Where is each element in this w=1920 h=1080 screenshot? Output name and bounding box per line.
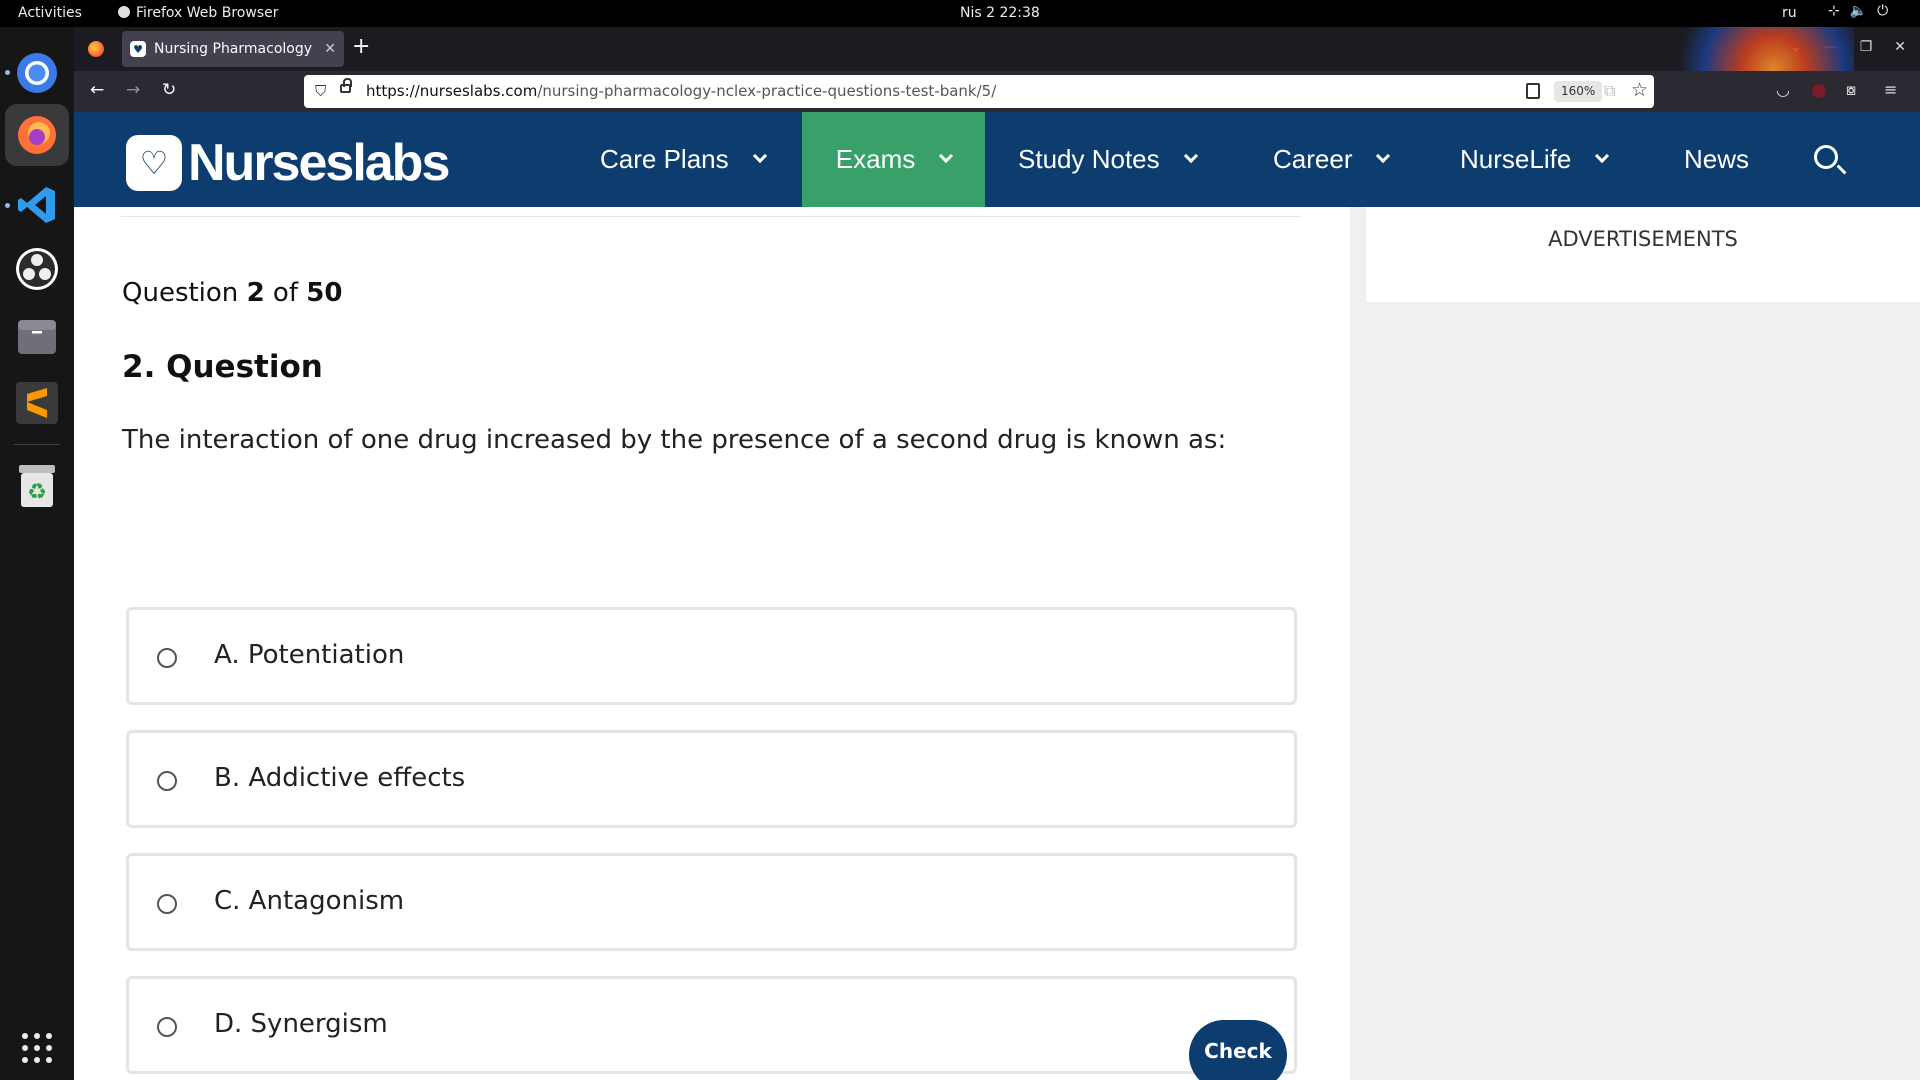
logo-text: Nurseslabs [188,134,450,192]
vscode-icon[interactable] [13,181,61,229]
menu-exams[interactable]: Exams [802,112,985,207]
sublime-text-icon[interactable] [13,379,61,427]
radio-button[interactable] [157,648,177,668]
quiz-content: Question 2 of 50 2. Question The interac… [74,207,1350,1080]
answer-option-a[interactable]: A. Potentiation [126,607,1297,705]
firefox-icon [118,6,130,18]
running-indicator [5,70,10,75]
url-path: /nursing-pharmacology-nclex-practice-que… [537,82,997,100]
menu-study-notes[interactable]: Study Notes [1018,112,1198,207]
counter-prefix: Question [122,278,247,308]
url-bar[interactable]: ⛉ https://nurseslabs.com/nursing-pharmac… [304,75,1654,108]
check-button[interactable]: Check [1189,1020,1287,1080]
menu-career[interactable]: Career [1273,112,1391,207]
heart-stethoscope-logo-icon: ♡ [126,135,182,191]
app-menu[interactable]: Firefox Web Browser [118,5,279,21]
power-icon: ⏻ [1877,3,1889,19]
divider [121,216,1301,217]
menu-nurselife[interactable]: NurseLife [1460,112,1610,207]
new-tab-button[interactable]: + [352,35,370,59]
chevron-down-icon [1376,148,1391,163]
reload-icon[interactable]: ↻ [162,80,176,100]
answer-label: A. Potentiation [214,640,405,670]
hamburger-menu-icon[interactable]: ≡ [1884,80,1897,99]
extensions-icon[interactable]: ⧇ [1846,80,1856,100]
activities-button[interactable]: Activities [18,5,82,21]
menu-news[interactable]: News [1684,112,1749,207]
account-avatar[interactable] [1812,84,1826,98]
zoom-level-badge[interactable]: 160% [1554,81,1603,102]
tracking-protection-shield-icon[interactable]: ⛉ [315,82,326,100]
url-host: https://nurseslabs.com [366,82,538,100]
volume-icon: 🔈 [1849,3,1868,19]
menu-label: Exams [835,144,916,174]
forward-arrow-icon[interactable]: → [126,80,140,100]
question-counter: Question 2 of 50 [122,278,342,308]
site-header: ♡ Nurseslabs Care Plans Exams Study Note… [74,112,1920,207]
network-icon: ⊹ [1828,3,1840,19]
chevron-down-icon [752,148,767,163]
system-top-bar: Activities Firefox Web Browser Nis 2 22:… [0,0,1920,27]
answer-option-b[interactable]: B. Addictive effects [126,730,1297,828]
reader-view-icon[interactable] [1526,83,1540,99]
browser-tab-strip: ♥ Nursing Pharmacology Q ✕ + ⌄ — ❐ ✕ [74,27,1920,71]
nurseslabs-favicon: ♥ [130,41,146,57]
system-tray[interactable]: ⊹ 🔈 ⏻ [1828,3,1888,19]
answer-label: D. Synergism [214,1009,388,1039]
show-apps-icon[interactable] [13,1024,61,1072]
dock-separator [14,444,60,445]
menu-label: News [1684,144,1750,174]
clock[interactable]: Nis 2 22:38 [960,5,1040,21]
svg-text:♻: ♻ [27,480,47,505]
advertisements-label: ADVERTISEMENTS [1548,227,1738,251]
radio-button[interactable] [157,771,177,791]
close-window-icon[interactable]: ✕ [1894,39,1906,55]
browser-nav-bar: ← → ↻ ⛉ https://nurseslabs.com/nursing-p… [74,71,1920,112]
search-icon[interactable] [1814,145,1838,169]
answer-label: C. Antagonism [214,886,405,916]
menu-label: Care Plans [600,144,729,174]
bookmark-star-icon[interactable]: ☆ [1631,79,1648,101]
current-question-number: 2 [246,278,265,308]
url-text[interactable]: https://nurseslabs.com/nursing-pharmacol… [366,82,996,100]
menu-label: Career [1273,144,1353,174]
app-name: Firefox Web Browser [136,5,279,21]
firefox-icon[interactable] [13,111,61,159]
trash-icon[interactable]: ♻ [13,462,61,510]
web-page: ♡ Nurseslabs Care Plans Exams Study Note… [74,112,1920,1080]
answer-label: B. Addictive effects [214,763,466,793]
question-title: 2. Question [122,349,323,385]
running-indicator [5,203,10,208]
menu-label: NurseLife [1460,144,1572,174]
firefox-view-icon[interactable] [88,41,104,57]
restore-icon[interactable]: ❐ [1860,39,1873,55]
site-logo[interactable]: ♡ Nurseslabs [126,133,450,193]
dock: ♻ [0,27,74,1080]
close-tab-icon[interactable]: ✕ [324,41,336,57]
chrome-icon[interactable] [13,49,61,97]
total-questions: 50 [306,278,343,308]
keyboard-layout-indicator[interactable]: ru [1782,5,1797,21]
menu-care-plans[interactable]: Care Plans [600,112,767,207]
answer-option-d[interactable]: D. Synergism [126,976,1297,1074]
back-arrow-icon[interactable]: ← [90,80,104,100]
radio-button[interactable] [157,1017,177,1037]
answer-option-c[interactable]: C. Antagonism [126,853,1297,951]
chevron-down-icon [939,148,954,163]
pocket-icon[interactable]: ◡ [1776,80,1790,99]
tab-title: Nursing Pharmacology Q [154,41,317,57]
lock-icon[interactable] [340,78,352,93]
chevron-down-icon [1595,148,1610,163]
chevron-down-icon [1183,148,1198,163]
translate-icon[interactable]: ⧉ [1604,81,1615,101]
radio-button[interactable] [157,894,177,914]
menu-label: Study Notes [1018,144,1160,174]
counter-separator: of [264,278,307,308]
files-icon[interactable] [13,312,61,360]
browser-tab[interactable]: ♥ Nursing Pharmacology Q ✕ [122,31,344,67]
advertisement-box: ADVERTISEMENTS [1366,207,1920,302]
obs-icon[interactable] [13,245,61,293]
question-text: The interaction of one drug increased by… [122,425,1227,455]
